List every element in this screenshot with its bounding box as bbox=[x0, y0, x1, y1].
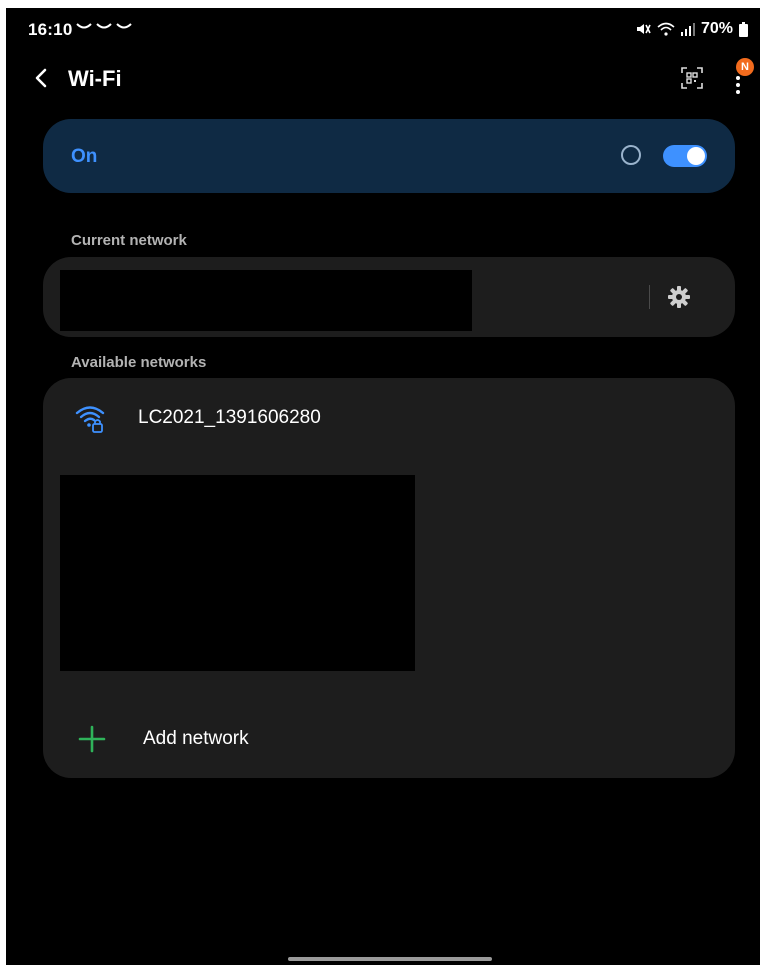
notification-icons bbox=[76, 22, 132, 32]
current-network-card[interactable] bbox=[43, 257, 735, 337]
available-networks-header: Available networks bbox=[71, 354, 207, 371]
notification-badge: N bbox=[736, 58, 754, 76]
notification-icon bbox=[116, 23, 132, 29]
network-name: LC2021_1391606280 bbox=[138, 407, 321, 428]
page-title: Wi-Fi bbox=[68, 66, 122, 91]
battery-percent: 70% bbox=[700, 20, 733, 37]
plus-icon bbox=[78, 725, 106, 753]
notification-icon bbox=[76, 23, 92, 29]
signal-icon bbox=[680, 23, 695, 36]
available-networks-card: LC2021_1391606280 Add network bbox=[43, 378, 735, 778]
wifi-circle-icon bbox=[621, 145, 641, 165]
back-arrow-icon[interactable] bbox=[30, 66, 54, 90]
wifi-on-label: On bbox=[71, 146, 98, 167]
redacted-area bbox=[60, 475, 415, 671]
wifi-master-toggle-card[interactable]: On bbox=[43, 119, 735, 193]
battery-icon bbox=[739, 21, 748, 37]
divider bbox=[649, 285, 650, 309]
toggle-knob bbox=[687, 147, 705, 165]
network-list-item[interactable]: LC2021_1391606280 bbox=[43, 390, 735, 446]
home-gesture-bar[interactable] bbox=[288, 957, 492, 961]
wifi-settings-screen: 16:10 70% Wi-Fi N On Current network Ava… bbox=[6, 8, 760, 965]
status-time: 16:10 bbox=[28, 20, 73, 39]
mute-icon bbox=[636, 24, 651, 34]
add-network-label: Add network bbox=[143, 728, 249, 749]
gear-icon[interactable] bbox=[667, 285, 691, 309]
current-network-header: Current network bbox=[71, 232, 187, 249]
status-indicators: 70% bbox=[635, 20, 748, 38]
notification-icon bbox=[96, 23, 112, 29]
redacted-area bbox=[60, 270, 472, 331]
add-network-button[interactable]: Add network bbox=[43, 710, 735, 766]
wifi-toggle-switch[interactable] bbox=[663, 145, 707, 167]
wifi-secured-icon bbox=[75, 406, 105, 433]
wifi-status-icon bbox=[657, 22, 675, 36]
qr-scan-icon[interactable] bbox=[680, 66, 704, 90]
